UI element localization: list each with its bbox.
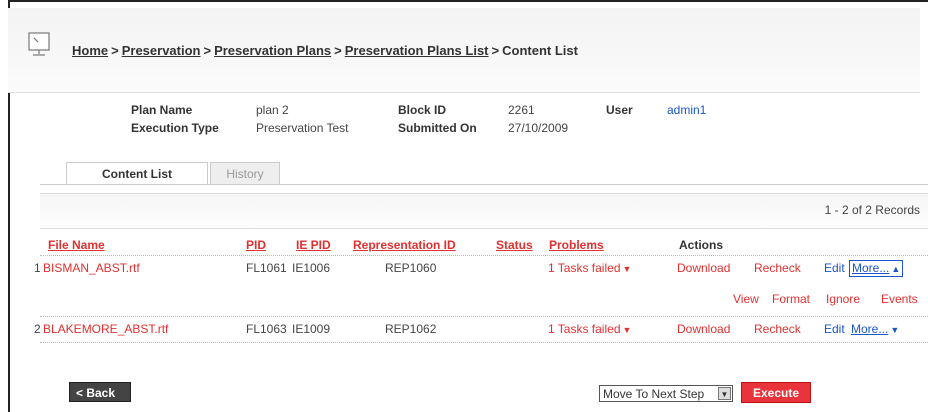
edit-link[interactable]: Edit <box>824 261 845 275</box>
block-id-label: Block ID <box>398 103 447 117</box>
problems-label: 1 Tasks failed <box>548 322 621 336</box>
caret-down-icon: ▼ <box>890 325 900 335</box>
breadcrumb-preservation-plans[interactable]: Preservation Plans <box>214 43 331 58</box>
breadcrumb-separator: > <box>203 43 212 58</box>
row-divider <box>40 255 928 256</box>
column-header-representation-id[interactable]: Representation ID <box>353 238 456 252</box>
download-link[interactable]: Download <box>677 261 730 275</box>
user-link[interactable]: admin1 <box>667 103 706 117</box>
more-actions-button[interactable]: More... ▼ <box>851 322 899 336</box>
problems-label: 1 Tasks failed <box>548 261 621 275</box>
column-header-file-name[interactable]: File Name <box>48 238 105 252</box>
breadcrumb: Home > Preservation > Preservation Plans > Pre… <box>72 43 578 58</box>
records-count: 1 - 2 of 2 Records <box>824 203 920 217</box>
breadcrumb-preservation[interactable]: Preservation <box>122 43 201 58</box>
submitted-on-value: 27/10/2009 <box>508 121 569 135</box>
recheck-link[interactable]: Recheck <box>754 261 801 275</box>
breadcrumb-separator: > <box>334 43 342 58</box>
edit-link[interactable]: Edit <box>824 322 845 336</box>
records-bar: 1 - 2 of 2 Records <box>40 193 928 229</box>
download-link[interactable]: Download <box>677 322 730 336</box>
row-divider <box>40 316 928 317</box>
column-header-ie-pid[interactable]: IE PID <box>296 238 331 252</box>
problems-dropdown[interactable]: 1 Tasks failed ▼ <box>548 261 631 275</box>
events-link[interactable]: Events <box>881 292 918 306</box>
caret-down-icon: ▼ <box>718 387 731 400</box>
tab-content-list[interactable]: Content List <box>66 162 208 185</box>
tab-history[interactable]: History <box>210 162 280 185</box>
ignore-link[interactable]: Ignore <box>826 292 860 306</box>
user-label: User <box>606 103 633 117</box>
view-link[interactable]: View <box>733 292 759 306</box>
representation-id-value: REP1062 <box>385 322 437 336</box>
file-name-link[interactable]: BISMAN_ABST.rtf <box>43 261 140 275</box>
execute-button[interactable]: Execute <box>741 382 811 403</box>
format-link[interactable]: Format <box>772 292 810 306</box>
submitted-on-label: Submitted On <box>398 121 477 135</box>
page-header: Home > Preservation > Preservation Plans > Pre… <box>8 8 920 93</box>
execution-type-label: Execution Type <box>131 121 219 135</box>
more-actions-button[interactable]: More... ▲ <box>849 260 904 277</box>
monitor-icon <box>28 32 50 56</box>
breadcrumb-current: Content List <box>502 43 578 58</box>
more-label: More... <box>852 261 890 275</box>
step-select-value: Move To Next Step <box>603 387 705 401</box>
column-header-actions: Actions <box>679 238 724 252</box>
plan-name-value: plan 2 <box>256 103 289 117</box>
plan-name-label: Plan Name <box>131 103 193 117</box>
breadcrumb-home[interactable]: Home <box>72 43 108 58</box>
file-name-link[interactable]: BLAKEMORE_ABST.rtf <box>43 322 168 336</box>
problems-dropdown[interactable]: 1 Tasks failed ▼ <box>548 322 631 336</box>
caret-down-icon: ▼ <box>622 264 632 274</box>
column-header-problems[interactable]: Problems <box>549 238 604 252</box>
execution-type-value: Preservation Test <box>256 121 349 135</box>
column-header-status[interactable]: Status <box>496 238 533 252</box>
step-select[interactable]: Move To Next Step ▼ <box>599 385 733 402</box>
block-id-value: 2261 <box>508 103 535 117</box>
column-header-pid[interactable]: PID <box>246 238 266 252</box>
pid-value: FL1061 <box>246 261 287 275</box>
breadcrumb-separator: > <box>111 43 119 58</box>
ie-pid-value: IE1009 <box>292 322 331 336</box>
row-divider <box>40 342 928 343</box>
breadcrumb-preservation-plans-list[interactable]: Preservation Plans List <box>345 43 489 58</box>
caret-down-icon: ▼ <box>622 325 632 335</box>
back-button[interactable]: < Back <box>69 382 131 402</box>
breadcrumb-separator: > <box>491 43 500 58</box>
row-index: 1 <box>34 261 41 275</box>
ie-pid-value: IE1006 <box>292 261 331 275</box>
caret-up-icon: ▲ <box>891 264 901 274</box>
recheck-link[interactable]: Recheck <box>754 322 801 336</box>
tab-divider <box>40 184 928 185</box>
row-index: 2 <box>34 322 41 336</box>
representation-id-value: REP1060 <box>385 261 437 275</box>
more-label: More... <box>851 322 889 336</box>
pid-value: FL1063 <box>246 322 287 336</box>
